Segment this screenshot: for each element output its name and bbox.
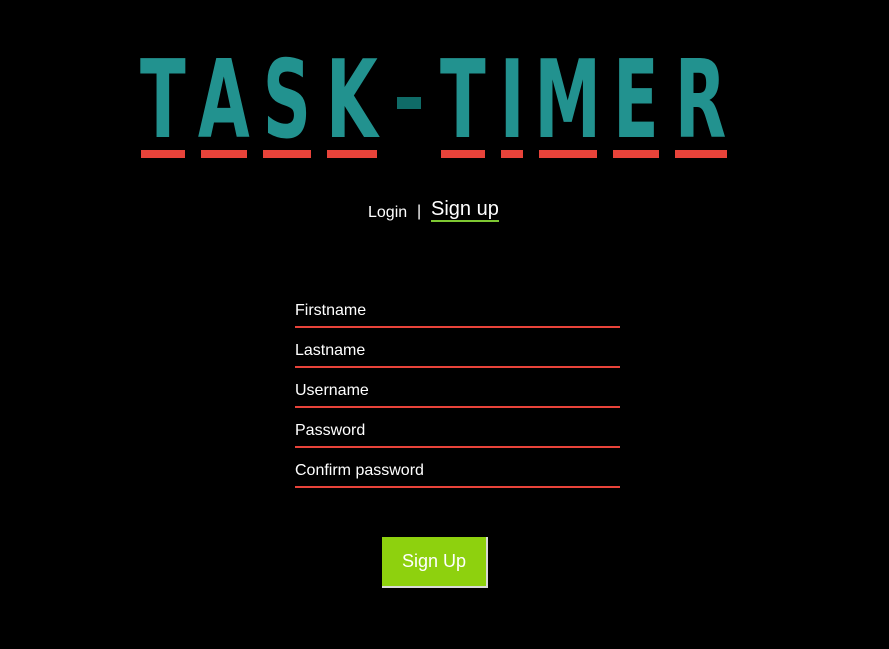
logo-underline [441, 150, 485, 158]
logo-underline [201, 150, 247, 158]
signup-link[interactable]: Sign up [431, 198, 499, 222]
logo-underline [263, 150, 311, 158]
logo-underline [675, 150, 727, 158]
username-row [295, 370, 620, 410]
logo-underline [501, 150, 523, 158]
auth-nav: Login | Sign up [0, 198, 889, 228]
confirm-password-row [295, 450, 620, 490]
logo-letter: E [613, 38, 659, 163]
logo-underline [613, 150, 659, 158]
logo-letter: K [326, 38, 378, 163]
signup-form [295, 290, 620, 490]
lastname-field[interactable] [295, 330, 620, 368]
logo-letter: T [440, 38, 486, 163]
logo-letter: A [198, 38, 250, 163]
confirm-password-field[interactable] [295, 450, 620, 488]
logo-underline [141, 150, 185, 158]
password-field[interactable] [295, 410, 620, 448]
firstname-row [295, 290, 620, 330]
logo-underline [539, 150, 597, 158]
password-row [295, 410, 620, 450]
lastname-row [295, 330, 620, 370]
logo-letter: S [262, 38, 312, 163]
logo-letter: T [140, 38, 186, 163]
firstname-field[interactable] [295, 290, 620, 328]
logo-underline [327, 150, 377, 158]
logo-letter: I [499, 38, 525, 163]
login-link[interactable]: Login [368, 204, 407, 222]
signup-button[interactable]: Sign Up [382, 537, 488, 588]
username-field[interactable] [295, 370, 620, 408]
logo-letter: R [675, 38, 727, 163]
logo-dash [397, 97, 421, 109]
logo-letter: M [534, 38, 602, 163]
nav-separator: | [417, 203, 422, 220]
